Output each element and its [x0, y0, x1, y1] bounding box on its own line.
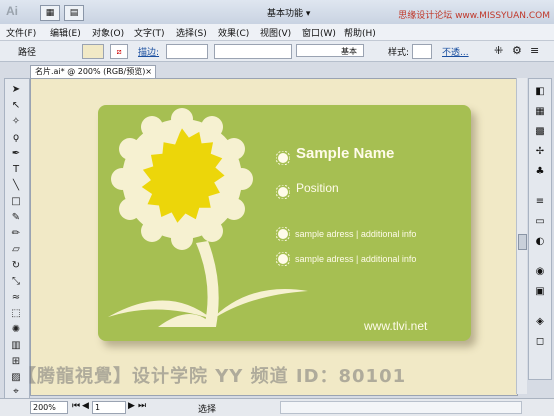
last-page-icon[interactable]: ⏭: [138, 401, 146, 411]
fill-swatch[interactable]: [82, 44, 104, 59]
menu-file[interactable]: 文件(F): [6, 26, 36, 39]
vertical-scroll-thumb[interactable]: [518, 234, 527, 250]
symbols-icon[interactable]: ♣: [533, 165, 547, 179]
card-website[interactable]: www.tlvi.net: [364, 319, 427, 333]
next-page-icon[interactable]: ▶: [128, 401, 135, 411]
column-graph-icon[interactable]: ▥: [8, 339, 24, 352]
line-tool-icon[interactable]: ╲: [8, 179, 24, 192]
zoom-select[interactable]: 200%: [30, 401, 68, 414]
card-position[interactable]: Position: [296, 181, 339, 195]
panel-menu-icon[interactable]: ≡: [530, 44, 539, 57]
menu-effect[interactable]: 效果(C): [218, 26, 249, 39]
card-address-line-1[interactable]: sample adress | additional info: [295, 229, 416, 239]
stroke-weight-field[interactable]: [166, 44, 208, 59]
pencil-icon[interactable]: ✏: [8, 227, 24, 240]
scale-tool-icon[interactable]: ⤡: [8, 275, 24, 288]
style-label: 样式:: [388, 48, 410, 58]
stroke-panel-icon[interactable]: ≡: [533, 195, 547, 209]
workspace-switcher[interactable]: 基本功能 ▾: [267, 6, 310, 19]
horizontal-scrollbar[interactable]: [280, 401, 522, 414]
stroke-label[interactable]: 描边:: [138, 45, 159, 58]
graphic-styles-icon[interactable]: ▣: [533, 285, 547, 299]
arrange-documents-button[interactable]: ▤: [64, 5, 84, 21]
color-guide-icon[interactable]: ▦: [533, 105, 547, 119]
eraser-icon[interactable]: ▱: [8, 243, 24, 256]
menu-select[interactable]: 选择(S): [176, 26, 207, 39]
menu-help[interactable]: 帮助(H): [344, 26, 376, 39]
pen-tool-icon[interactable]: ✒: [8, 147, 24, 160]
menu-object[interactable]: 对象(O): [92, 26, 124, 39]
gear-icon[interactable]: ⚙: [512, 44, 522, 57]
rotate-tool-icon[interactable]: ↻: [8, 259, 24, 272]
position-bullet-icon: [276, 185, 290, 199]
path-label: 路径: [18, 48, 37, 58]
address1-bullet-icon: [276, 227, 290, 241]
vertical-scrollbar[interactable]: [516, 78, 527, 394]
control-bar: 路径 ⧄ 描边: 基本 样式: 不透... ⁜ ⚙ ≡: [0, 41, 554, 62]
site-watermark: 思缘设计论坛 www.MISSYUAN.COM: [398, 11, 550, 21]
variable-width-select[interactable]: [214, 44, 292, 59]
card-name[interactable]: Sample Name: [296, 145, 394, 162]
flower-illustration: [108, 108, 308, 327]
overlay-watermark: 【腾龍視覺】设计学院 YY 频道 ID：80101: [18, 366, 407, 387]
brush-style-label: 基本: [341, 47, 357, 56]
menu-edit[interactable]: 编辑(E): [50, 26, 81, 39]
address2-bullet-icon: [276, 252, 290, 266]
appearance-icon[interactable]: ◉: [533, 265, 547, 279]
business-card[interactable]: Sample Name Position sample adress | add…: [98, 105, 471, 341]
warp-tool-icon[interactable]: ≈: [8, 291, 24, 304]
direct-selection-tool-icon[interactable]: ↖: [8, 99, 24, 112]
layers-icon[interactable]: ◈: [533, 315, 547, 329]
menu-view[interactable]: 视图(V): [260, 26, 291, 39]
name-bullet-icon: [276, 151, 290, 165]
type-tool-icon[interactable]: T: [8, 163, 24, 176]
prev-page-icon[interactable]: ◀: [82, 401, 89, 411]
document-tab[interactable]: 名片.ai* @ 200% (RGB/预览) ×: [30, 65, 156, 78]
paintbrush-icon[interactable]: ✎: [8, 211, 24, 224]
first-page-icon[interactable]: ⏮: [72, 401, 80, 411]
bridge-button[interactable]: ▦: [40, 5, 60, 21]
menu-type[interactable]: 文字(T): [134, 26, 165, 39]
symbol-sprayer-icon[interactable]: ✺: [8, 323, 24, 336]
brush-style-select[interactable]: 基本: [296, 44, 364, 57]
rectangle-tool-icon[interactable]: □: [8, 195, 24, 208]
magic-wand-icon[interactable]: ✧: [8, 115, 24, 128]
status-mode: 选择: [198, 405, 217, 415]
title-bar: Ai ▦ ▤ 基本功能 ▾ 思缘设计论坛 www.MISSYUAN.COM: [0, 0, 554, 25]
brushes-icon[interactable]: ✢: [533, 145, 547, 159]
page-number-field[interactable]: 1: [92, 401, 126, 414]
tools-panel: ➤ ↖ ✧ ϙ ✒ T ╲ □ ✎ ✏ ▱ ↻ ⤡ ≈ ⬚ ✺ ▥ ⊞ ▨ ⌖: [4, 78, 30, 400]
selection-tool-icon[interactable]: ➤: [8, 83, 24, 96]
close-icon[interactable]: ×: [145, 66, 152, 78]
artboards-icon[interactable]: ◻: [533, 335, 547, 349]
lasso-icon[interactable]: ϙ: [8, 131, 24, 144]
document-title: 名片.ai* @ 200% (RGB/预览): [35, 67, 146, 76]
right-leaf: [210, 289, 308, 321]
free-transform-icon[interactable]: ⬚: [8, 307, 24, 320]
flower-petals: [111, 108, 253, 250]
card-address-line-2[interactable]: sample adress | additional info: [295, 254, 416, 264]
graphic-style-select[interactable]: [412, 44, 432, 59]
stroke-swatch[interactable]: ⧄: [110, 44, 128, 59]
app-logo: Ai: [6, 4, 18, 18]
gradient-panel-icon[interactable]: ▭: [533, 215, 547, 229]
color-panel-icon[interactable]: ◧: [533, 85, 547, 99]
artboard-canvas[interactable]: Sample Name Position sample adress | add…: [30, 78, 518, 396]
swatches-icon[interactable]: ▩: [533, 125, 547, 139]
menu-bar: 文件(F) 编辑(E) 对象(O) 文字(T) 选择(S) 效果(C) 视图(V…: [0, 24, 554, 41]
menu-window[interactable]: 窗口(W): [302, 26, 336, 39]
status-bar: 200% ⏮ ◀ 1 ▶ ⏭ 选择: [0, 398, 554, 416]
arrange-icon[interactable]: ⁜: [494, 44, 503, 57]
opacity-label[interactable]: 不透...: [442, 45, 469, 58]
right-panel-dock: ◧ ▦ ▩ ✢ ♣ ≡ ▭ ◐ ◉ ▣ ◈ ◻: [528, 78, 552, 380]
transparency-icon[interactable]: ◐: [533, 235, 547, 249]
